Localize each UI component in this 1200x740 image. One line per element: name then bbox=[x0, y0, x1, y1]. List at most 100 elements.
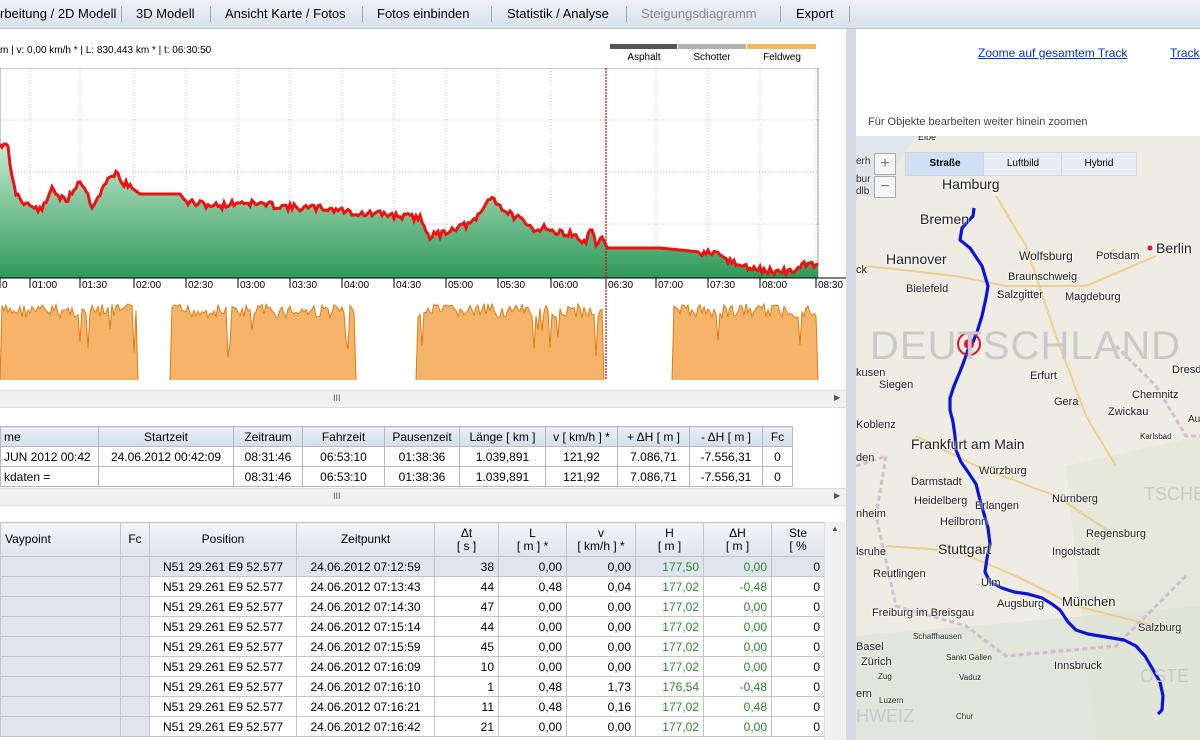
summary-column-header[interactable]: Fc bbox=[762, 426, 793, 447]
map-type-hybrid[interactable]: Hybrid bbox=[1061, 152, 1137, 176]
summary-column-header[interactable]: v [ km/h ] * bbox=[545, 426, 618, 447]
zoom-hint-text: Für Objekte bearbeiten weiter hinein zoo… bbox=[868, 116, 1088, 128]
tab-embed-photos[interactable]: Fotos einbinden bbox=[377, 6, 470, 21]
waypoint-row[interactable]: N51 29.261 E9 52.577 24.06.2012 07:15:59 4… bbox=[0, 636, 825, 657]
map-type-aerial[interactable]: Luftbild bbox=[983, 152, 1063, 176]
map-city-label: Sankt Gallen bbox=[946, 653, 992, 662]
map-city-label: Chur bbox=[956, 712, 974, 721]
waypoint-cell: 0 bbox=[771, 656, 825, 677]
waypoint-column-header[interactable]: Δt[ s ] bbox=[434, 522, 499, 557]
waypoint-cell: N51 29.261 E9 52.577 bbox=[149, 596, 297, 617]
waypoint-row[interactable]: N51 29.261 E9 52.577 24.06.2012 07:15:14 4… bbox=[0, 616, 825, 637]
summary-column-header[interactable]: - ΔH [ m ] bbox=[689, 426, 763, 447]
scrollbar-grip[interactable]: III bbox=[333, 393, 341, 403]
time-tick-label: 07:30 bbox=[710, 280, 735, 291]
map-city-label: Innsbruck bbox=[1054, 660, 1102, 672]
waypoint-cell: N51 29.261 E9 52.577 bbox=[149, 576, 297, 597]
time-tick-label: 01:30 bbox=[82, 280, 107, 291]
waypoint-column-header[interactable]: H[ m ] bbox=[635, 522, 704, 557]
map-city-label: Ulm bbox=[981, 577, 1001, 589]
waypoint-cell: 176,54 bbox=[635, 676, 704, 697]
waypoint-column-header[interactable]: Zeitpunkt bbox=[296, 522, 435, 557]
time-tick-label: 04:30 bbox=[396, 280, 421, 291]
waypoint-cell: 45 bbox=[434, 636, 499, 657]
tab-statistics[interactable]: Statistik / Analyse bbox=[507, 6, 609, 21]
header-label: v bbox=[598, 525, 604, 540]
scroll-right-arrow-icon[interactable]: ▶ bbox=[834, 393, 840, 402]
summary-column-header[interactable]: me bbox=[0, 426, 99, 447]
waypoint-cell: 0,00 bbox=[703, 596, 772, 617]
waypoint-column-header[interactable]: Position bbox=[149, 522, 297, 557]
summary-column-header[interactable]: Länge [ km ] bbox=[459, 426, 546, 447]
waypoint-cell: N51 29.261 E9 52.577 bbox=[149, 676, 297, 697]
map-city-label: Dresd bbox=[1172, 364, 1200, 376]
summary-horizontal-scrollbar[interactable]: III ▶ bbox=[0, 488, 846, 506]
map-city-label: Bremen bbox=[920, 211, 970, 227]
waypoint-cell: 0 bbox=[771, 616, 825, 637]
menu-separator bbox=[210, 6, 211, 22]
tab-export[interactable]: Export bbox=[796, 6, 834, 21]
summary-column-header[interactable]: Pausenzeit bbox=[384, 426, 460, 447]
map-type-street[interactable]: Straße bbox=[905, 152, 985, 176]
summary-column-header[interactable]: Startzeit bbox=[98, 426, 234, 447]
scrollbar-grip[interactable]: III bbox=[333, 491, 341, 501]
elevation-speed-profile-chart[interactable]: 0 01:00 01:30 02:00 02:30 03:00 03:30 04:00 04:3… bbox=[0, 68, 846, 388]
legend-label-dirt: Feldweg bbox=[763, 52, 801, 63]
summary-column-header[interactable]: Fahrzeit bbox=[302, 426, 385, 447]
waypoint-cell: 0,48 bbox=[498, 676, 567, 697]
map-city-label: Koblenz bbox=[856, 419, 896, 431]
waypoint-column-header[interactable]: L[ m ] * bbox=[498, 522, 567, 557]
waypoint-cell: N51 29.261 E9 52.577 bbox=[149, 636, 297, 657]
summary-column-header[interactable]: Zeitraum bbox=[233, 426, 303, 447]
summary-cell: 7.086,71 bbox=[617, 466, 690, 487]
waypoint-column-header[interactable]: ΔH[ m ] bbox=[703, 522, 772, 557]
waypoint-row[interactable]: N51 29.261 E9 52.577 24.06.2012 07:16:10 1… bbox=[0, 676, 825, 697]
waypoint-cell: 0,00 bbox=[566, 556, 636, 577]
zoom-to-track-link[interactable]: Zoome auf gesamtem Track bbox=[978, 46, 1127, 60]
menu-separator bbox=[626, 6, 627, 22]
waypoint-vertical-scrollbar[interactable]: ▲ bbox=[824, 522, 845, 740]
header-unit: [ km/h ] * bbox=[577, 538, 625, 553]
zoom-out-icon[interactable]: − bbox=[874, 176, 896, 198]
tab-gradient-chart[interactable]: Steigungsdiagramm bbox=[641, 6, 757, 21]
waypoint-cell: 0,00 bbox=[566, 716, 636, 737]
summary-cell: 0 bbox=[762, 466, 793, 487]
waypoint-row[interactable]: N51 29.261 E9 52.577 24.06.2012 07:13:43 4… bbox=[0, 576, 825, 597]
summary-row[interactable]: JUN 2012 00:42 24.06.2012 00:42:09 08:31:4… bbox=[0, 446, 793, 467]
waypoint-cell: N51 29.261 E9 52.577 bbox=[149, 556, 297, 577]
waypoint-cell: 177,50 bbox=[635, 556, 704, 577]
track-link[interactable]: Track bbox=[1170, 46, 1200, 60]
waypoint-column-header[interactable]: Fc bbox=[120, 522, 150, 557]
waypoint-cell: 0,00 bbox=[703, 716, 772, 737]
chart-horizontal-scrollbar[interactable]: III ▶ bbox=[0, 390, 846, 408]
waypoint-cell: 0,00 bbox=[566, 616, 636, 637]
waypoint-cell bbox=[120, 596, 150, 617]
map-city-label: DEUTSCHLAND bbox=[870, 324, 1182, 368]
tab-map-photos[interactable]: Ansicht Karte / Fotos bbox=[225, 6, 346, 21]
panel-splitter[interactable] bbox=[846, 29, 856, 740]
waypoint-row[interactable]: N51 29.261 E9 52.577 24.06.2012 07:14:30 4… bbox=[0, 596, 825, 617]
waypoint-row[interactable]: N51 29.261 E9 52.577 24.06.2012 07:16:42 2… bbox=[0, 716, 825, 737]
summary-row[interactable]: kdaten = 08:31:46 06:53:10 01:38:36 1.039,89… bbox=[0, 466, 793, 487]
scroll-right-arrow-icon[interactable]: ▶ bbox=[834, 491, 840, 500]
waypoint-cell bbox=[0, 696, 121, 717]
waypoint-cell: N51 29.261 E9 52.577 bbox=[149, 616, 297, 637]
tab-edit-2d-model[interactable]: rbeitung / 2D Modell bbox=[0, 6, 116, 21]
waypoint-row[interactable]: N51 29.261 E9 52.577 24.06.2012 07:16:21 1… bbox=[0, 696, 825, 717]
summary-column-header[interactable]: + ΔH [ m ] bbox=[617, 426, 690, 447]
waypoint-row[interactable]: N51 29.261 E9 52.577 24.06.2012 07:12:59 3… bbox=[0, 556, 825, 577]
map-city-label: dlb bbox=[856, 186, 870, 197]
map-view[interactable]: Hamburg Bremen Hannover Wolfsburg Potsdam Ber… bbox=[856, 136, 1200, 740]
zoom-in-icon[interactable]: + bbox=[874, 153, 896, 175]
map-city-label: Zwickau bbox=[1108, 406, 1149, 418]
map-city-label: lsruhe bbox=[856, 546, 886, 558]
waypoint-row[interactable]: N51 29.261 E9 52.577 24.06.2012 07:16:09 1… bbox=[0, 656, 825, 677]
map-city-label: Potsdam bbox=[1096, 250, 1140, 262]
tab-3d-model[interactable]: 3D Modell bbox=[136, 6, 195, 21]
waypoint-column-header[interactable]: v[ km/h ] * bbox=[566, 522, 636, 557]
scroll-up-arrow-icon[interactable]: ▲ bbox=[831, 524, 839, 533]
legend-swatch-gravel bbox=[678, 44, 746, 49]
waypoint-column-header[interactable]: Ste[ % bbox=[771, 522, 825, 557]
waypoint-cell: 0 bbox=[771, 716, 825, 737]
waypoint-column-header[interactable]: Vaypoint bbox=[0, 522, 121, 557]
